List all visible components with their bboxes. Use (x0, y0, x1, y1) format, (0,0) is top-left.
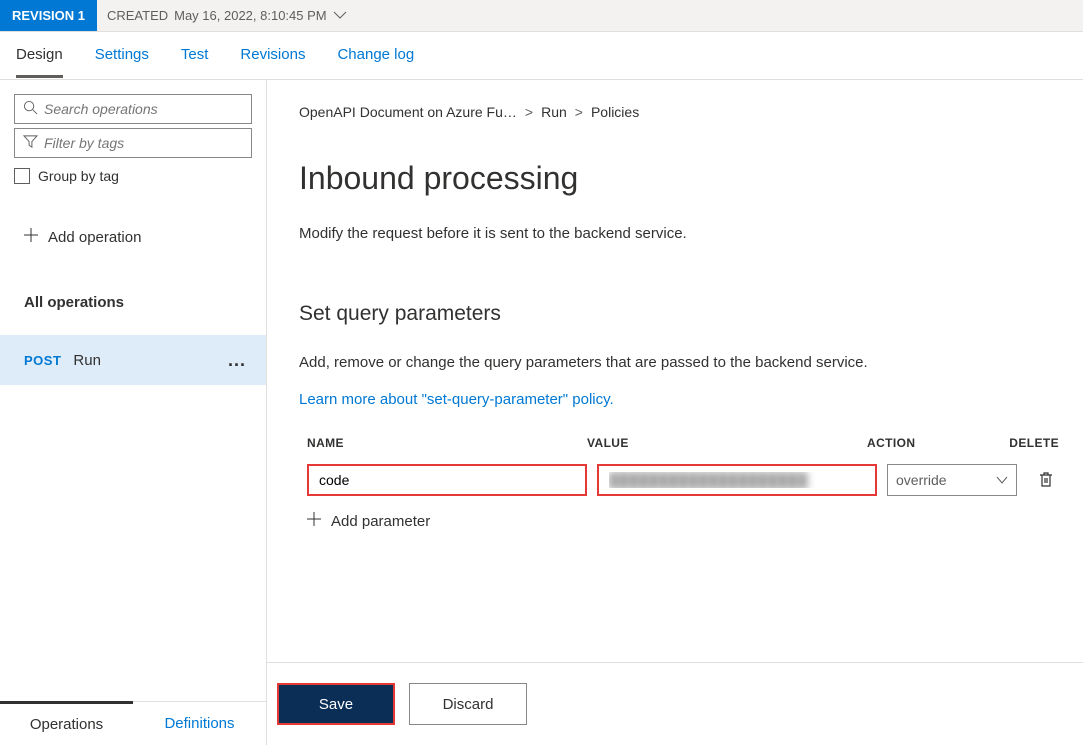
col-header-action: ACTION (867, 436, 1007, 450)
group-by-tag-checkbox[interactable] (14, 168, 30, 184)
operation-menu-button[interactable]: ... (228, 350, 246, 371)
nav-tabs: Design Settings Test Revisions Change lo… (0, 32, 1083, 80)
created-date: May 16, 2022, 8:10:45 PM (174, 8, 326, 23)
table-row: override (299, 462, 1067, 498)
plus-icon (307, 512, 321, 530)
tab-test[interactable]: Test (181, 34, 209, 78)
tab-revisions[interactable]: Revisions (240, 34, 305, 78)
revision-bar: REVISION 1 CREATED May 16, 2022, 8:10:45… (0, 0, 1083, 32)
discard-button[interactable]: Discard (409, 683, 527, 725)
sidebar-bottom-tabs: Operations Definitions (0, 701, 266, 745)
param-value-input[interactable] (597, 464, 877, 496)
group-by-tag-row[interactable]: Group by tag (14, 168, 252, 184)
tab-design[interactable]: Design (16, 34, 63, 78)
revision-badge: REVISION 1 (0, 0, 97, 31)
add-parameter-button[interactable]: Add parameter (299, 512, 1067, 530)
sidebar-tab-definitions[interactable]: Definitions (133, 702, 266, 745)
filter-tags[interactable] (14, 128, 252, 158)
footer-buttons: Save Discard (267, 662, 1083, 745)
created-prefix: CREATED (107, 8, 168, 23)
param-name-input[interactable] (307, 464, 587, 496)
revision-label: REVISION 1 (12, 8, 85, 23)
save-button[interactable]: Save (277, 683, 395, 725)
all-operations-header[interactable]: All operations (14, 290, 252, 315)
search-icon (23, 100, 44, 118)
param-action-select[interactable]: override (887, 464, 1017, 496)
learn-more-link[interactable]: Learn more about "set-query-parameter" p… (299, 391, 614, 408)
breadcrumb-sep-1: > (525, 104, 533, 120)
breadcrumb-api[interactable]: OpenAPI Document on Azure Fu… (299, 104, 517, 120)
sidebar-tab-operations[interactable]: Operations (0, 701, 133, 745)
add-operation-label: Add operation (48, 229, 141, 246)
breadcrumb-sep-2: > (575, 104, 583, 120)
col-header-value: VALUE (587, 436, 867, 450)
chevron-down-icon (996, 472, 1008, 488)
revision-dropdown[interactable]: CREATED May 16, 2022, 8:10:45 PM (97, 0, 357, 31)
group-by-tag-label: Group by tag (38, 168, 119, 184)
delete-row-button[interactable] (1037, 470, 1055, 491)
add-parameter-label: Add parameter (331, 513, 430, 530)
parameters-table: NAME VALUE ACTION DELETE override (299, 436, 1067, 530)
http-method-badge: POST (24, 353, 61, 368)
breadcrumb: OpenAPI Document on Azure Fu… > Run > Po… (299, 104, 1067, 120)
breadcrumb-operation[interactable]: Run (541, 104, 567, 120)
sidebar: Group by tag Add operation All operation… (0, 80, 267, 745)
search-input[interactable] (44, 101, 243, 117)
breadcrumb-current: Policies (591, 104, 639, 120)
content-pane: OpenAPI Document on Azure Fu… > Run > Po… (267, 80, 1083, 745)
search-operations[interactable] (14, 94, 252, 124)
section-title: Set query parameters (299, 302, 1067, 326)
operation-item-run[interactable]: POST Run ... (0, 335, 266, 385)
col-header-name: NAME (307, 436, 587, 450)
add-operation-button[interactable]: Add operation (14, 224, 252, 250)
tab-changelog[interactable]: Change log (337, 34, 414, 78)
table-header-row: NAME VALUE ACTION DELETE (299, 436, 1067, 462)
filter-icon (23, 134, 44, 152)
filter-input[interactable] (44, 135, 243, 151)
page-title: Inbound processing (299, 160, 1067, 197)
section-description: Add, remove or change the query paramete… (299, 354, 1067, 371)
col-header-delete: DELETE (1007, 436, 1059, 450)
plus-icon (24, 228, 38, 246)
chevron-down-icon (333, 8, 347, 23)
action-selected-value: override (896, 472, 947, 488)
tab-settings[interactable]: Settings (95, 34, 149, 78)
page-description: Modify the request before it is sent to … (299, 225, 1067, 242)
operation-name: Run (73, 352, 101, 369)
